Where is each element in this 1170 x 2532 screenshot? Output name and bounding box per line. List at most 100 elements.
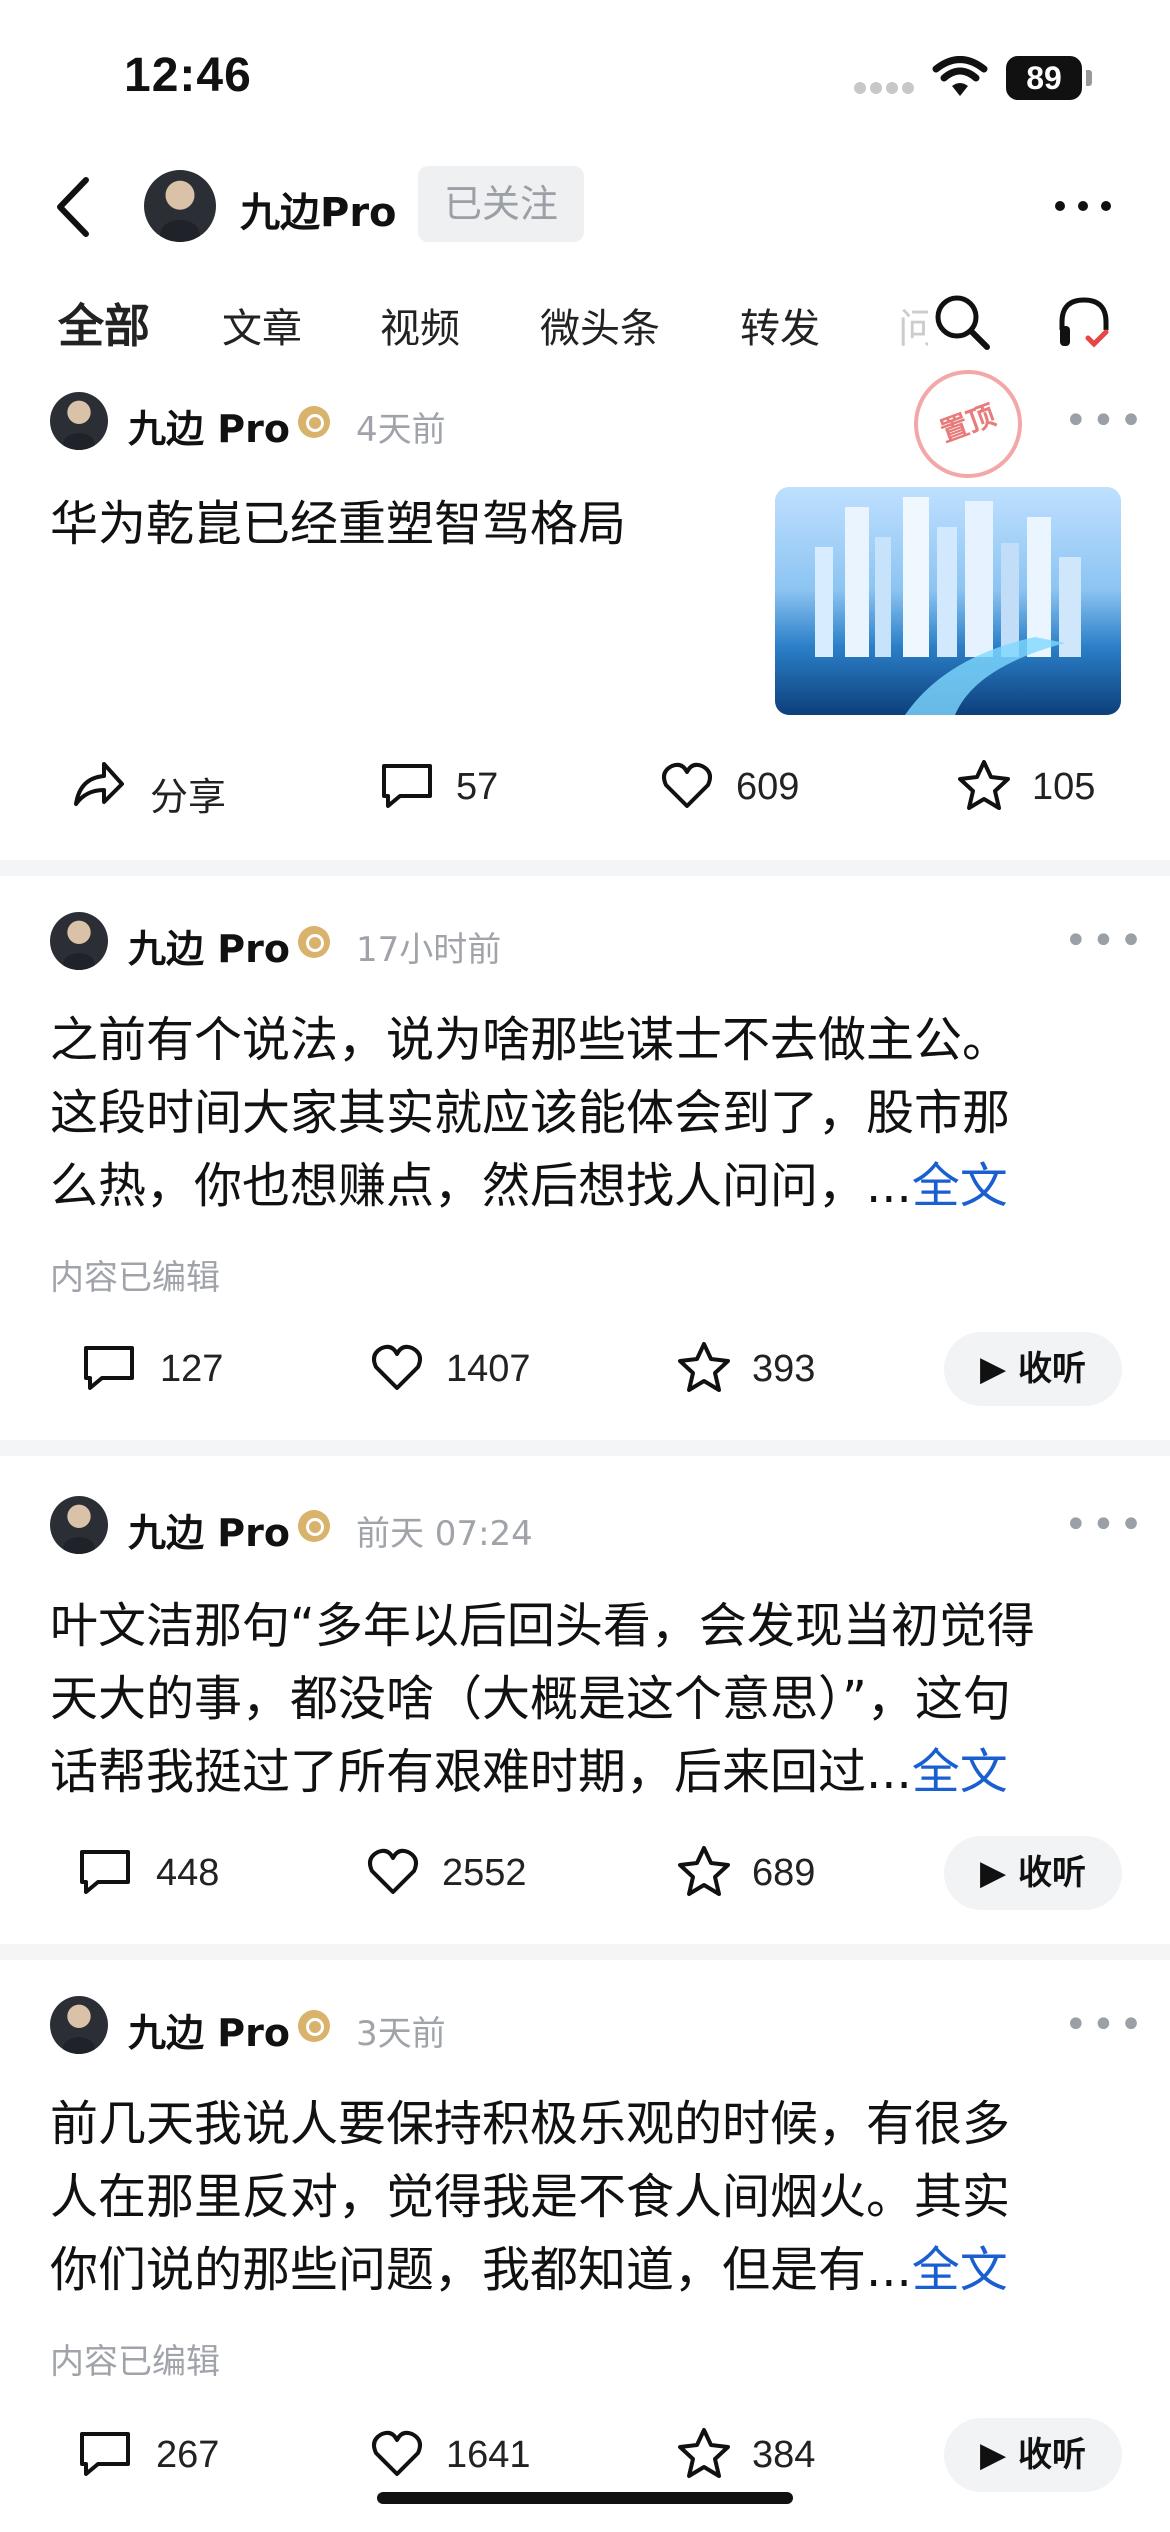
status-time: 12:46 bbox=[124, 49, 252, 102]
verified-icon bbox=[298, 1510, 330, 1542]
post-body[interactable]: 叶文洁那句“多年以后回头看，会发现当初觉得 天大的事，都没啥（大概是这个意思）”… bbox=[50, 1590, 1130, 1809]
post-time: 17小时前 bbox=[356, 930, 502, 970]
share-button[interactable] bbox=[70, 756, 126, 816]
verified-icon bbox=[298, 2010, 330, 2042]
share-icon bbox=[74, 762, 124, 806]
comment-icon[interactable] bbox=[78, 1846, 132, 1902]
post-avatar[interactable] bbox=[50, 912, 108, 970]
play-icon: ▶ bbox=[980, 1853, 1018, 1893]
post-line: 之前有个说法，说为啥那些谋士不去做主公。 bbox=[50, 1012, 1011, 1068]
tab-all[interactable]: 全部 bbox=[58, 290, 150, 356]
share-label[interactable]: 分享 bbox=[150, 766, 226, 821]
feed-divider bbox=[0, 860, 1170, 876]
listen-label: 收听 bbox=[1017, 1853, 1086, 1893]
follow-button[interactable]: 已关注 bbox=[418, 166, 584, 242]
comment-icon[interactable] bbox=[380, 760, 434, 816]
post-author[interactable]: 九边 Pro bbox=[128, 1502, 290, 1557]
post-author[interactable]: 九边 Pro bbox=[128, 2002, 290, 2057]
edited-label: 内容已编辑 bbox=[50, 1258, 220, 1298]
post-author[interactable]: 九边 Pro bbox=[128, 398, 290, 453]
more-icon bbox=[1055, 201, 1111, 211]
listen-label: 收听 bbox=[1017, 2435, 1086, 2475]
post-body[interactable]: 前几天我说人要保持积极乐观的时候，有很多 人在那里反对，觉得我是不食人间烟火。其… bbox=[50, 2088, 1130, 2307]
read-more-link[interactable]: 全文 bbox=[912, 2242, 1008, 2298]
comment-icon[interactable] bbox=[82, 1342, 136, 1398]
post-author[interactable]: 九边 Pro bbox=[128, 918, 290, 973]
comment-count[interactable]: 448 bbox=[156, 1852, 219, 1895]
like-icon[interactable] bbox=[660, 760, 714, 814]
tab-articles[interactable]: 文章 bbox=[222, 296, 302, 354]
post-more-icon[interactable]: ••• bbox=[1064, 918, 1147, 964]
post-more-icon[interactable]: ••• bbox=[1064, 2002, 1147, 2048]
play-icon: ▶ bbox=[980, 1349, 1018, 1389]
post-thumbnail[interactable] bbox=[775, 487, 1121, 715]
back-button[interactable] bbox=[44, 172, 104, 242]
chevron-left-icon bbox=[57, 177, 89, 237]
tab-videos[interactable]: 视频 bbox=[380, 296, 460, 354]
listen-button[interactable]: ▶ 收听 bbox=[944, 2418, 1122, 2492]
listen-mode-button[interactable] bbox=[1052, 290, 1116, 358]
post-avatar[interactable] bbox=[50, 392, 108, 450]
tab-reposts[interactable]: 转发 bbox=[740, 296, 820, 354]
post-time: 4天前 bbox=[356, 410, 446, 450]
headphones-icon bbox=[1059, 297, 1109, 348]
like-icon[interactable] bbox=[366, 1846, 420, 1900]
pinned-badge: 置顶 bbox=[898, 354, 1038, 494]
more-menu-button[interactable] bbox=[1050, 186, 1116, 230]
edited-label: 内容已编辑 bbox=[50, 2342, 220, 2382]
post-line: 前几天我说人要保持积极乐观的时候，有很多 bbox=[50, 2096, 1011, 2152]
comment-count[interactable]: 57 bbox=[456, 766, 498, 809]
header-username[interactable]: 九边Pro bbox=[240, 180, 397, 238]
post-more-icon[interactable]: ••• bbox=[1064, 1502, 1147, 1548]
favorite-icon[interactable] bbox=[676, 1844, 732, 1902]
comment-count[interactable]: 267 bbox=[156, 2434, 219, 2477]
favorite-icon[interactable] bbox=[956, 758, 1012, 816]
favorite-icon[interactable] bbox=[676, 1340, 732, 1398]
post-more-icon[interactable]: ••• bbox=[1064, 398, 1147, 444]
header-avatar[interactable] bbox=[144, 170, 216, 242]
battery-nub bbox=[1086, 70, 1092, 86]
comment-count[interactable]: 127 bbox=[160, 1348, 223, 1391]
favorite-count[interactable]: 689 bbox=[752, 1852, 815, 1895]
post-line: 话帮我挺过了所有艰难时期，后来回过... bbox=[50, 1744, 912, 1800]
post-line: 么热，你也想赚点，然后想找人问问，... bbox=[50, 1158, 912, 1214]
signal-icon bbox=[852, 80, 914, 100]
comment-icon[interactable] bbox=[78, 2428, 132, 2484]
post-avatar[interactable] bbox=[50, 1996, 108, 2054]
search-icon bbox=[935, 295, 990, 350]
read-more-link[interactable]: 全文 bbox=[912, 1158, 1008, 1214]
post-time: 3天前 bbox=[356, 2014, 446, 2054]
favorite-count[interactable]: 384 bbox=[752, 2434, 815, 2477]
post-time: 前天 07:24 bbox=[356, 1514, 533, 1554]
verified-icon bbox=[298, 926, 330, 958]
favorite-count[interactable]: 105 bbox=[1032, 766, 1095, 809]
listen-button[interactable]: ▶ 收听 bbox=[944, 1836, 1122, 1910]
search-button[interactable] bbox=[930, 290, 994, 358]
feed-divider bbox=[0, 1440, 1170, 1456]
like-count[interactable]: 2552 bbox=[442, 1852, 527, 1895]
listen-button[interactable]: ▶ 收听 bbox=[944, 1332, 1122, 1406]
post-line: 这段时间大家其实就应该能体会到了，股市那 bbox=[50, 1085, 1011, 1141]
tab-qa[interactable]: 问 bbox=[898, 296, 928, 354]
read-more-link[interactable]: 全文 bbox=[912, 1744, 1008, 1800]
home-indicator[interactable] bbox=[377, 2492, 793, 2504]
tab-micro-posts[interactable]: 微头条 bbox=[540, 296, 660, 354]
like-count[interactable]: 1641 bbox=[446, 2434, 531, 2477]
post-avatar[interactable] bbox=[50, 1496, 108, 1554]
post-title[interactable]: 华为乾崑已经重塑智驾格局 bbox=[50, 488, 750, 561]
post-line: 天大的事，都没啥（大概是这个意思）”，这句 bbox=[50, 1671, 1011, 1727]
like-count[interactable]: 1407 bbox=[446, 1348, 531, 1391]
post-line: 叶文洁那句“多年以后回头看，会发现当初觉得 bbox=[50, 1598, 1035, 1654]
like-icon[interactable] bbox=[370, 2428, 424, 2482]
wifi-icon bbox=[932, 56, 988, 102]
favorite-icon[interactable] bbox=[676, 2426, 732, 2484]
post-body[interactable]: 之前有个说法，说为啥那些谋士不去做主公。 这段时间大家其实就应该能体会到了，股市… bbox=[50, 1004, 1130, 1223]
like-count[interactable]: 609 bbox=[736, 766, 799, 809]
post-line: 人在那里反对，觉得我是不食人间烟火。其实 bbox=[50, 2169, 1011, 2225]
favorite-count[interactable]: 393 bbox=[752, 1348, 815, 1391]
like-icon[interactable] bbox=[370, 1342, 424, 1396]
verified-icon bbox=[298, 406, 330, 438]
play-icon: ▶ bbox=[980, 2435, 1018, 2475]
post-line: 你们说的那些问题，我都知道，但是有... bbox=[50, 2242, 912, 2298]
listen-label: 收听 bbox=[1017, 1349, 1086, 1389]
